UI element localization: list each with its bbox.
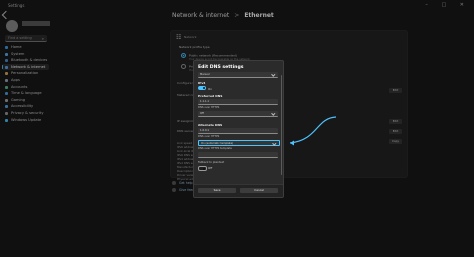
- settings-window: Settings – □ ✕ Find a setting ⌕ Home Sys…: [0, 0, 474, 257]
- annotation-arrow-head: [290, 140, 294, 146]
- annotation-arrow: [289, 116, 337, 146]
- annotation-arrow-line: [289, 116, 337, 144]
